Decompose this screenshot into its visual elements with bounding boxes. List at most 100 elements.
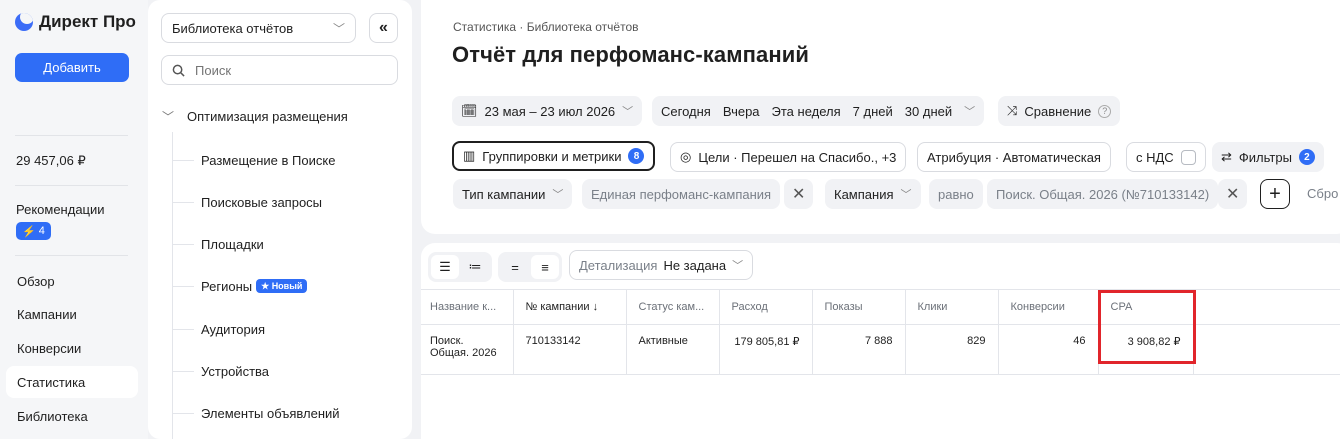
nav-campaigns[interactable]: Кампании bbox=[6, 298, 138, 330]
filter-campaign-value[interactable]: Поиск. Общая. 2026 (№710133142) bbox=[987, 179, 1219, 209]
recommendations-link[interactable]: Рекомендации bbox=[16, 202, 105, 217]
new-badge: ★ Новый bbox=[256, 279, 308, 293]
chevron-down-icon: ﹀ bbox=[900, 189, 912, 201]
col-clicks[interactable]: Клики bbox=[905, 289, 999, 325]
logo-text: Директ Про bbox=[39, 12, 136, 31]
period-yesterday[interactable]: Вчера bbox=[723, 104, 760, 119]
new-badge-label: Новый bbox=[271, 281, 303, 291]
col-campaign-name[interactable]: Название к... bbox=[421, 289, 514, 325]
columns-icon: ▥ bbox=[463, 148, 476, 163]
divider bbox=[15, 185, 128, 186]
detail-select[interactable]: Детализация Не задана ﹀ bbox=[569, 250, 754, 280]
tree-item-audience[interactable]: Аудитория bbox=[172, 318, 265, 340]
cell-impressions: 7 888 bbox=[812, 324, 906, 375]
detail-value: Не задана bbox=[663, 257, 727, 273]
nav-statistics[interactable]: Статистика bbox=[6, 366, 138, 398]
report-library-panel: Библиотека отчётов ﹀ « ﹀ Оптимизация раз… bbox=[148, 0, 412, 439]
tree-tick bbox=[172, 159, 194, 161]
goals-selector[interactable]: ◎ Цели · Перешел на Спасибо., +3 bbox=[670, 142, 907, 172]
cell-campaign-name[interactable]: Поиск. Общая. 2026 bbox=[421, 324, 514, 375]
filter-campaign-field[interactable]: Кампания ﹀ bbox=[825, 179, 921, 209]
breadcrumb[interactable]: Статистика · Библиотека отчётов bbox=[453, 20, 639, 34]
remove-filter-button[interactable]: ✕ bbox=[1218, 179, 1248, 209]
col-status[interactable]: Статус кам... bbox=[626, 289, 720, 325]
attribution-selector[interactable]: Атрибуция · Автоматическая bbox=[917, 142, 1111, 172]
col-campaign-id[interactable]: № кампании ↓ bbox=[513, 289, 627, 325]
filter-field-label: Кампания bbox=[834, 186, 894, 202]
tree-view-icon[interactable]: ≔ bbox=[461, 255, 489, 279]
date-range-picker[interactable]: 🗓 23 мая – 23 июл 2026 ﹀ bbox=[452, 96, 643, 126]
filter-campaign-type-value[interactable]: Единая перфоманс-кампания bbox=[582, 179, 781, 209]
help-icon: ? bbox=[1098, 104, 1112, 118]
period-7-days[interactable]: 7 дней bbox=[853, 104, 893, 119]
tree-group-optimization[interactable]: ﹀ Оптимизация размещения bbox=[162, 108, 348, 125]
normal-density-icon[interactable]: ≡ bbox=[531, 255, 559, 279]
add-button[interactable]: Добавить bbox=[15, 53, 129, 82]
date-range-value: 23 мая – 23 июл 2026 bbox=[484, 103, 616, 119]
tree-item-search-queries[interactable]: Поисковые запросы bbox=[172, 191, 322, 213]
tree-item-ad-elements[interactable]: Элементы объявлений bbox=[172, 402, 340, 424]
period-30-days[interactable]: 30 дней bbox=[905, 104, 952, 119]
filter-operator[interactable]: равно bbox=[929, 179, 983, 209]
vat-toggle[interactable]: с НДС bbox=[1126, 142, 1206, 172]
tree-item-regions[interactable]: Регионы ★ Новый bbox=[172, 275, 308, 297]
detail-label: Детализация bbox=[579, 257, 658, 273]
library-select[interactable]: Библиотека отчётов ﹀ bbox=[161, 13, 356, 43]
add-filter-button[interactable]: + bbox=[1260, 179, 1290, 209]
reset-filters-link[interactable]: Сбро bbox=[1307, 186, 1338, 201]
collapse-panel-button[interactable]: « bbox=[369, 13, 398, 43]
period-today[interactable]: Сегодня bbox=[661, 104, 711, 119]
divider bbox=[15, 135, 128, 136]
name-line-1: Поиск. bbox=[430, 335, 464, 347]
chevron-down-icon[interactable]: ﹀ bbox=[964, 103, 975, 119]
chevron-down-icon: ﹀ bbox=[332, 21, 345, 36]
nav-conversions[interactable]: Конверсии bbox=[6, 332, 138, 364]
list-view-icon[interactable]: ☰ bbox=[431, 255, 459, 279]
goals-label: Цели · Перешел на Спасибо., +3 bbox=[698, 149, 897, 165]
app-sidebar: Директ Про Добавить 29 457,06 ₽ Рекоменд… bbox=[0, 0, 148, 439]
star-icon: ★ bbox=[261, 280, 270, 291]
attribution-label: Атрибуция · Автоматическая bbox=[927, 149, 1101, 165]
filters-count-badge: 2 bbox=[1298, 149, 1315, 165]
comparison-toggle[interactable]: ⤨ Сравнение ? bbox=[998, 96, 1121, 126]
col-cost[interactable]: Расход bbox=[719, 289, 813, 325]
tree-item-search-placement[interactable]: Размещение в Поиске bbox=[172, 149, 335, 171]
tree-item-devices[interactable]: Устройства bbox=[172, 360, 269, 382]
page-title: Отчёт для перфоманс-кампаний bbox=[452, 42, 809, 67]
compact-density-icon[interactable]: = bbox=[501, 255, 529, 279]
filters-button[interactable]: ⇄ Фильтры 2 bbox=[1212, 142, 1324, 172]
tree-item-label: Аудитория bbox=[201, 321, 266, 337]
filter-field-label: Тип кампании bbox=[462, 186, 546, 202]
filter-operator-label: равно bbox=[938, 186, 974, 202]
col-impressions[interactable]: Показы bbox=[812, 289, 906, 325]
library-search[interactable] bbox=[161, 55, 398, 85]
report-header: Статистика · Библиотека отчётов Отчёт дл… bbox=[421, 0, 1340, 234]
table-header-row: Название к... № кампании ↓ Статус кам...… bbox=[421, 289, 1340, 325]
filter-campaign-type-field[interactable]: Тип кампании ﹀ bbox=[453, 179, 573, 209]
tree-item-label: Площадки bbox=[201, 236, 264, 252]
row-view-toggle: ☰ ≔ bbox=[428, 252, 492, 282]
col-conversions[interactable]: Конверсии bbox=[998, 289, 1099, 325]
cell-empty bbox=[1193, 324, 1340, 375]
tree-item-placements[interactable]: Площадки bbox=[172, 233, 264, 255]
sliders-icon: ⇄ bbox=[1221, 149, 1232, 164]
search-input[interactable] bbox=[193, 61, 383, 79]
tree-item-label: Устройства bbox=[201, 363, 270, 379]
density-toggle: = ≡ bbox=[498, 252, 562, 282]
vat-checkbox[interactable] bbox=[1180, 149, 1196, 165]
account-balance[interactable]: 29 457,06 ₽ bbox=[16, 153, 86, 169]
col-cpa[interactable]: CPA bbox=[1098, 289, 1194, 325]
groupings-count-badge: 8 bbox=[628, 148, 645, 164]
close-icon: ✕ bbox=[1226, 186, 1240, 203]
nav-overview[interactable]: Обзор bbox=[6, 265, 138, 297]
logo[interactable]: Директ Про bbox=[15, 12, 136, 32]
nav-library[interactable]: Библиотека bbox=[6, 400, 138, 432]
table-row[interactable]: Поиск. Общая. 2026 710133142 Активные 179… bbox=[421, 324, 1340, 375]
chevron-down-icon: ﹀ bbox=[732, 260, 744, 272]
groupings-label: Группировки и метрики bbox=[482, 148, 622, 164]
period-this-week[interactable]: Эта неделя bbox=[772, 104, 841, 119]
library-select-value: Библиотека отчётов bbox=[172, 20, 294, 36]
groupings-metrics-button[interactable]: ▥ Группировки и метрики 8 bbox=[452, 141, 656, 171]
remove-filter-button[interactable]: ✕ bbox=[784, 179, 814, 209]
recommendations-count: 4 bbox=[38, 225, 45, 237]
